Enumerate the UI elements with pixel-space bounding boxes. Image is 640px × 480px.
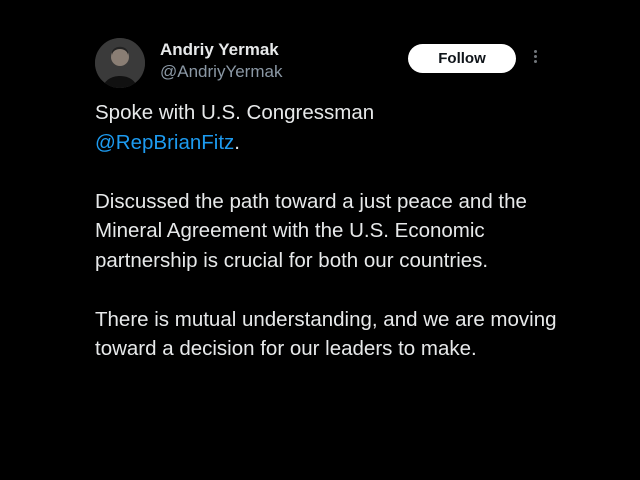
- author-handle[interactable]: @AndriyYermak: [160, 62, 282, 82]
- avatar-image: [95, 38, 145, 88]
- tweet-text: Spoke with U.S. Congressman @RepBrianFitz…: [95, 98, 565, 364]
- follow-button[interactable]: Follow: [408, 44, 516, 73]
- more-vertical-icon[interactable]: [526, 48, 544, 68]
- tweet-text-intro: Spoke with U.S. Congressman: [95, 101, 375, 124]
- author-name[interactable]: Andriy Yermak: [160, 40, 279, 60]
- mention-link[interactable]: @RepBrianFitz: [95, 131, 234, 154]
- tweet-card: Andriy Yermak @AndriyYermak Follow Spoke…: [0, 0, 640, 480]
- tweet-paragraph-2: Discussed the path toward a just peace a…: [95, 189, 527, 272]
- avatar[interactable]: [95, 38, 145, 88]
- tweet-paragraph-3: There is mutual understanding, and we ar…: [95, 307, 557, 361]
- tweet-paragraph-1: Spoke with U.S. Congressman @RepBrianFitz…: [95, 98, 565, 157]
- tweet-text-period: .: [234, 130, 240, 154]
